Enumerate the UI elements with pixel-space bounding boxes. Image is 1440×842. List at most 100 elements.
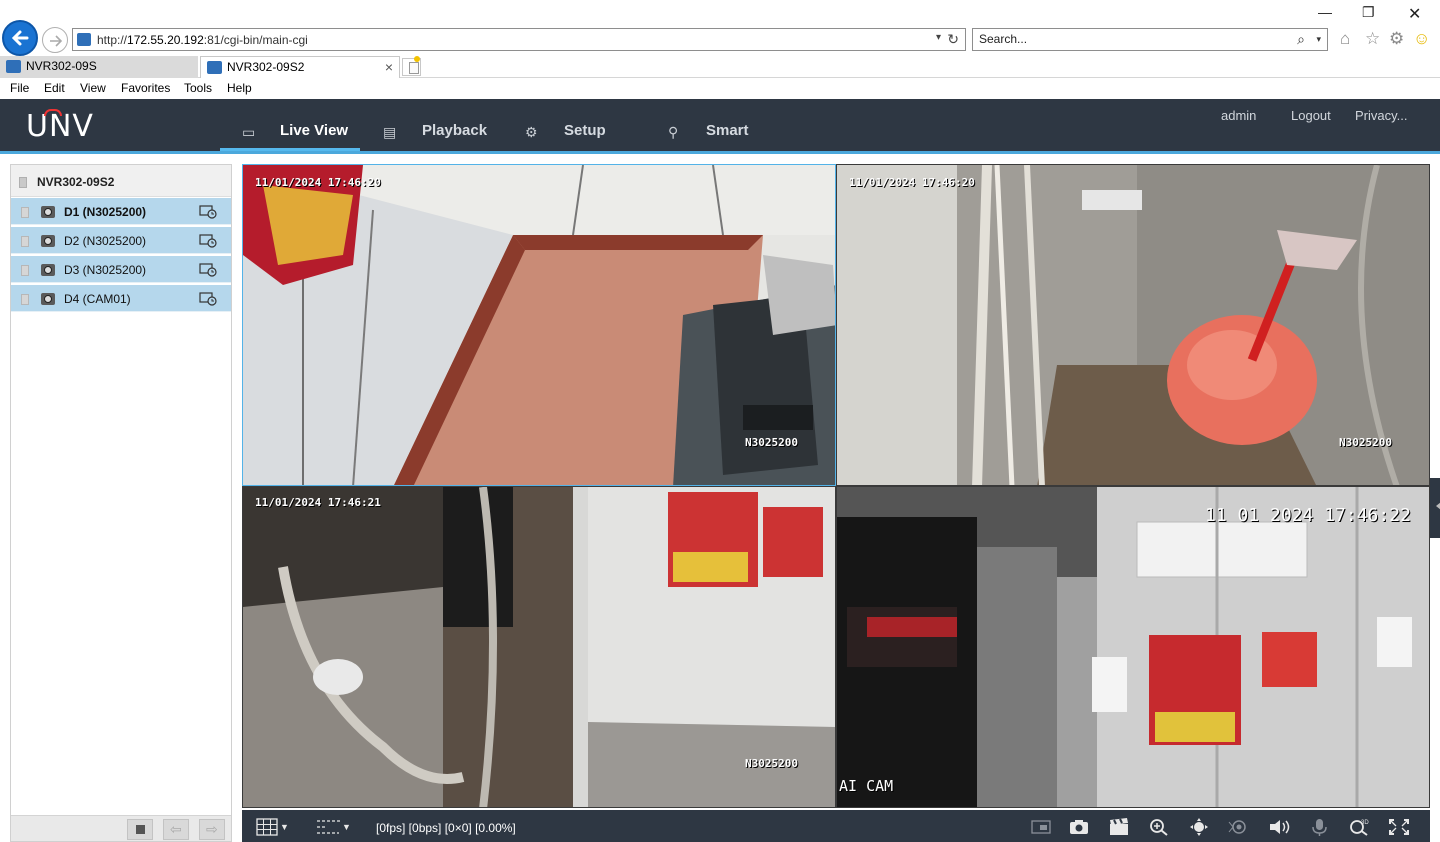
record-clip-icon[interactable] [1108,818,1130,836]
osd-timestamp: 11 01 2024 17:46:22 [1205,505,1411,526]
osd-timestamp: 11/01/2024 17:46:20 [849,176,975,189]
gear-icon[interactable]: ⚙ [1389,29,1404,49]
minimize-icon[interactable]: — [1318,4,1332,20]
channel-label: D1 (N3025200) [64,205,147,219]
record-icon[interactable] [199,291,217,306]
search-input[interactable] [979,32,1279,46]
forward-arrow-icon [50,35,63,47]
device-sidebar: NVR302-09S2 D1 (N3025200) D2 (N3025200) … [10,164,232,842]
drag-handle-icon[interactable] [21,236,29,247]
camera-icon [41,264,55,276]
logout-link[interactable]: Logout [1291,108,1331,123]
browser-tab-row: NVR302-09S NVR302-09S2 × [0,56,1440,78]
menu-view[interactable]: View [80,81,106,95]
user-name: admin [1221,108,1257,123]
film-icon: ▤ [383,124,397,140]
drag-handle-icon[interactable] [21,207,29,218]
nav-setup[interactable]: Setup [564,99,606,151]
privacy-link[interactable]: Privacy... [1355,108,1408,123]
layout-dropdown-icon[interactable]: ▼ [280,822,289,832]
video-tile-4[interactable]: 11 01 2024 17:46:22 AI CAM [836,486,1430,808]
3d-positioning-icon[interactable]: 3D [1348,818,1370,836]
menu-favorites[interactable]: Favorites [121,81,170,95]
ptz-control-icon[interactable] [1188,818,1210,836]
record-icon[interactable] [199,262,217,277]
tab-favicon [6,60,21,73]
video-tile-2[interactable]: 11/01/2024 17:46:20 N3025200 [836,164,1430,486]
record-icon[interactable] [199,204,217,219]
back-button[interactable] [2,20,38,56]
fisheye-icon[interactable] [1228,818,1250,836]
tab-nvr302-09s[interactable]: NVR302-09S [0,56,198,78]
nav-live-view[interactable]: Live View [280,99,348,151]
camera-icon [41,293,55,305]
device-title: NVR302-09S2 [37,175,115,189]
stream-select-icon[interactable] [316,818,342,836]
fullscreen-icon[interactable] [1388,818,1410,836]
refresh-icon[interactable]: ↻ [947,31,959,48]
new-tab-button[interactable] [402,56,421,76]
menu-file[interactable]: File [10,81,29,95]
channel-label: D4 (CAM01) [64,292,131,306]
previous-page-button[interactable]: ⇦ [163,819,189,840]
search-box[interactable]: ⌕ ▾ [972,28,1328,51]
nav-smart[interactable]: Smart [706,99,749,151]
video-tile-1[interactable]: 11/01/2024 17:46:20 N3025200 [242,164,836,486]
tab-close-icon[interactable]: × [385,57,393,78]
menu-help[interactable]: Help [227,81,252,95]
stream-dropdown-icon[interactable]: ▼ [342,822,351,832]
search-dropdown-icon[interactable]: ▾ [1316,34,1321,45]
home-icon[interactable]: ⌂ [1340,29,1350,49]
channel-row-d4[interactable]: D4 (CAM01) [11,285,231,312]
next-page-button[interactable]: ⇨ [199,819,225,840]
digital-zoom-icon[interactable] [1148,818,1170,836]
drag-handle-icon[interactable] [21,294,29,305]
nav-playback[interactable]: Playback [422,99,487,151]
active-nav-indicator [220,148,360,151]
search-icon[interactable]: ⌕ [1297,31,1305,48]
collapse-panel-handle[interactable] [1430,478,1440,538]
url-text: http://172.55.20.192:81/cgi-bin/main-cgi [97,33,308,47]
menu-edit[interactable]: Edit [44,81,65,95]
stop-all-button[interactable] [127,819,153,840]
browser-menu-bar: File Edit View Favorites Tools Help [0,78,1440,99]
window-toggle-icon[interactable] [1030,818,1052,836]
gear-icon: ⚙ [525,124,538,140]
smiley-icon[interactable]: ☺ [1413,29,1430,49]
address-bar[interactable]: http://172.55.20.192:81/cgi-bin/main-cgi… [72,28,966,51]
device-icon [19,177,27,188]
channel-label: D2 (N3025200) [64,234,147,248]
close-window-icon[interactable]: ✕ [1408,4,1421,24]
snapshot-camera-icon[interactable] [1068,818,1090,836]
camera-icon [41,206,55,218]
live-view-toolbar: ▼ ▼ [0fps] [0bps] [0×0] [0.00%] 3D [242,810,1430,842]
drag-handle-icon[interactable] [21,265,29,276]
channel-row-d2[interactable]: D2 (N3025200) [11,227,231,254]
svg-text:3D: 3D [1361,820,1369,826]
tab-nvr302-09s2[interactable]: NVR302-09S2 × [200,56,400,78]
star-icon[interactable]: ☆ [1365,29,1380,49]
channel-label: D3 (N3025200) [64,263,147,277]
layout-grid-icon[interactable] [256,818,278,836]
audio-volume-icon[interactable] [1268,818,1290,836]
logo-arc [44,109,62,116]
device-header[interactable]: NVR302-09S2 [11,165,231,197]
app-header: UNV ▭ Live View ▤ Playback ⚙ Setup ⚲ Sma… [0,99,1440,154]
channel-row-d3[interactable]: D3 (N3025200) [11,256,231,283]
person-icon: ⚲ [668,124,679,140]
menu-tools[interactable]: Tools [184,81,212,95]
forward-button[interactable] [42,27,68,53]
record-icon[interactable] [199,233,217,248]
sidebar-footer: ⇦ ⇨ [11,815,231,841]
video-tile-3[interactable]: 11/01/2024 17:46:21 N3025200 [242,486,836,808]
restore-icon[interactable]: ❐ [1362,4,1375,21]
microphone-icon[interactable] [1308,818,1330,836]
tab-label: NVR302-09S [26,59,97,73]
osd-timestamp: 11/01/2024 17:46:20 [255,176,381,189]
osd-camera-name: AI CAM [839,777,894,795]
channel-row-d1[interactable]: D1 (N3025200) [11,198,231,225]
camera-icon [41,235,55,247]
stream-status: [0fps] [0bps] [0×0] [0.00%] [376,821,516,835]
url-dropdown-icon[interactable]: ▾ [936,32,941,43]
site-favicon [77,33,91,46]
